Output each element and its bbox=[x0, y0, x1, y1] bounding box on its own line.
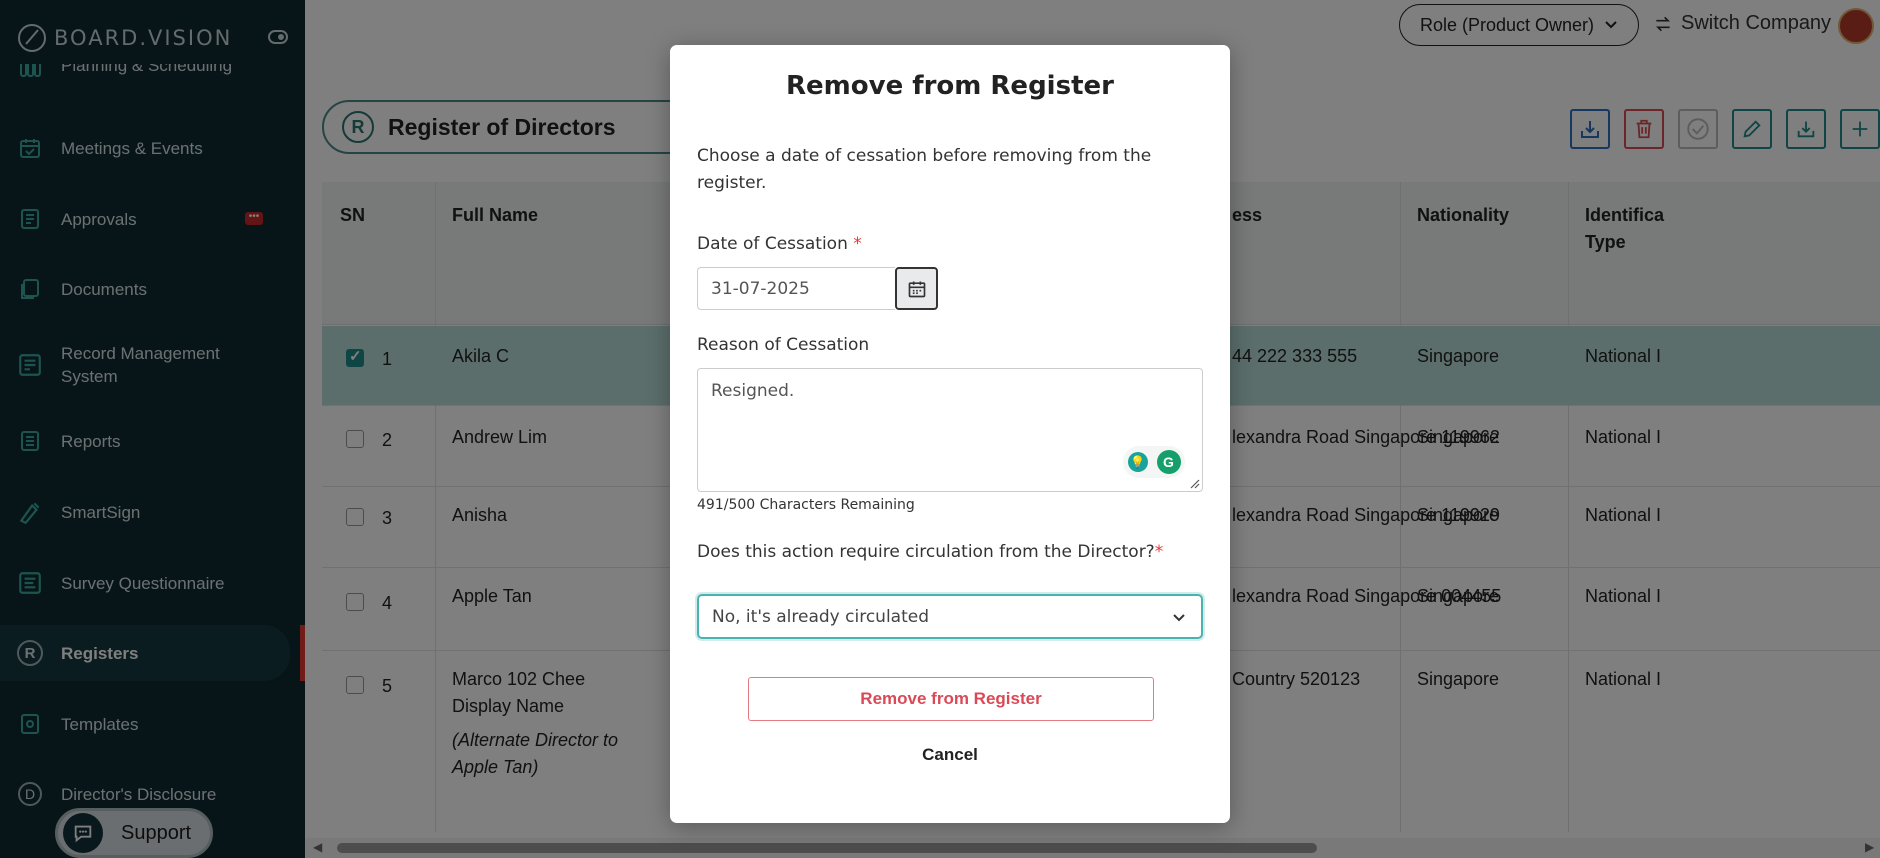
calendar-icon bbox=[908, 281, 925, 297]
date-of-cessation-input[interactable]: 31-07-2025 bbox=[697, 267, 895, 310]
resize-handle-icon[interactable] bbox=[1188, 477, 1200, 489]
required-mark: * bbox=[853, 234, 862, 254]
required-mark: * bbox=[1154, 542, 1164, 562]
date-label-text: Date of Cessation bbox=[697, 234, 848, 254]
cancel-button[interactable]: Cancel bbox=[670, 745, 1230, 765]
circulation-label-text: Does this action require circulation fro… bbox=[697, 542, 1155, 562]
grammarly-widget[interactable]: 💡 G bbox=[1123, 446, 1185, 478]
lightbulb-icon[interactable]: 💡 bbox=[1127, 452, 1148, 472]
circulation-selected-value: No, it's already circulated bbox=[712, 606, 929, 627]
calendar-button[interactable] bbox=[895, 267, 938, 310]
characters-remaining: 491/500 Characters Remaining bbox=[697, 497, 915, 513]
reason-of-cessation-label: Reason of Cessation bbox=[697, 335, 870, 355]
date-of-cessation-label: Date of Cessation * bbox=[697, 234, 862, 254]
circulation-question-label: Does this action require circulation fro… bbox=[697, 542, 1163, 562]
dialog-description: Choose a date of cessation before removi… bbox=[697, 146, 1152, 193]
grammarly-icon[interactable]: G bbox=[1156, 450, 1181, 474]
remove-from-register-button[interactable]: Remove from Register bbox=[748, 677, 1154, 721]
chevron-down-icon bbox=[1173, 614, 1185, 622]
dialog-title: Remove from Register bbox=[786, 71, 1114, 101]
remove-from-register-dialog: Remove from Register Choose a date of ce… bbox=[670, 45, 1230, 823]
circulation-select[interactable]: No, it's already circulated bbox=[697, 594, 1203, 639]
